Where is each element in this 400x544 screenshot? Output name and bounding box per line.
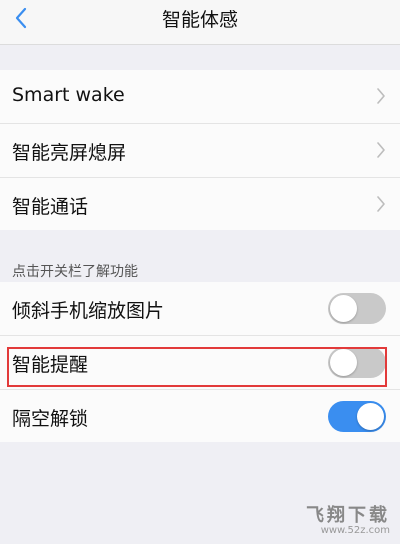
chevron-right-icon bbox=[377, 142, 385, 158]
watermark-logo: 飞翔下载 bbox=[306, 505, 390, 526]
row-air-unlock: 隔空解锁 bbox=[0, 390, 400, 443]
row-smart-call[interactable]: 智能通话 bbox=[0, 178, 400, 231]
row-smart-reminder: 智能提醒 bbox=[0, 336, 400, 389]
toggle-knob bbox=[330, 295, 357, 322]
toggle-knob bbox=[330, 349, 357, 376]
row-tilt-zoom: 倾斜手机缩放图片 bbox=[0, 282, 400, 335]
toggle-knob bbox=[357, 403, 384, 430]
settings-group-navigation: Smart wake 智能亮屏熄屏 智能通话 bbox=[0, 70, 400, 230]
row-label: 隔空解锁 bbox=[12, 408, 89, 430]
row-label: 智能通话 bbox=[12, 196, 89, 218]
watermark: 飞翔下载 www.52z.com bbox=[306, 501, 390, 536]
row-smart-screen[interactable]: 智能亮屏熄屏 bbox=[0, 124, 400, 177]
row-smart-wake[interactable]: Smart wake bbox=[0, 70, 400, 123]
nav-header: 智能体感 bbox=[0, 0, 400, 45]
chevron-right-icon bbox=[377, 88, 385, 104]
chevron-right-icon bbox=[377, 196, 385, 212]
row-label: 智能提醒 bbox=[12, 354, 89, 376]
row-label: 智能亮屏熄屏 bbox=[12, 142, 127, 164]
section-note: 点击开关栏了解功能 bbox=[12, 264, 138, 280]
air-unlock-toggle[interactable] bbox=[328, 401, 386, 432]
settings-group-toggles: 倾斜手机缩放图片 智能提醒 隔空解锁 bbox=[0, 282, 400, 442]
row-label: Smart wake bbox=[12, 84, 125, 106]
smart-reminder-toggle[interactable] bbox=[328, 347, 386, 378]
page-title: 智能体感 bbox=[161, 9, 238, 31]
tilt-zoom-toggle[interactable] bbox=[328, 293, 386, 324]
row-label: 倾斜手机缩放图片 bbox=[12, 300, 165, 322]
